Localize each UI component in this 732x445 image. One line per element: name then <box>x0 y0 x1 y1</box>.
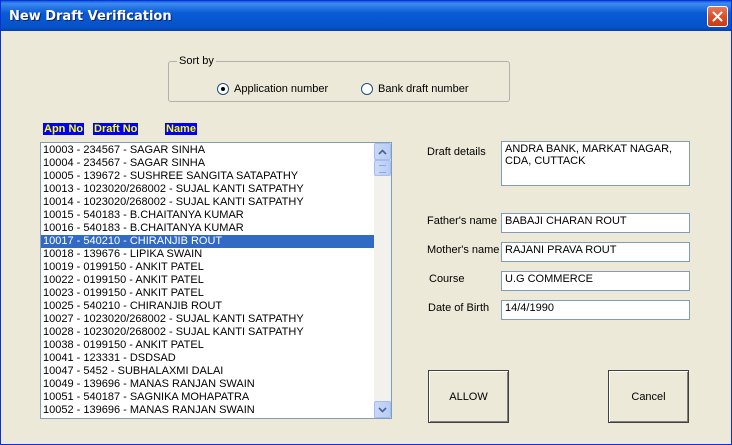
vertical-scrollbar[interactable] <box>374 143 391 418</box>
sort-by-group: Sort by Application number Bank draft nu… <box>168 55 510 102</box>
scroll-up-button[interactable] <box>374 143 391 160</box>
radio-dot[interactable] <box>361 83 373 95</box>
list-item[interactable]: 10023 - 0199150 - ANKIT PATEL <box>41 287 374 300</box>
arrow-down-icon <box>378 406 387 413</box>
list-item[interactable]: 10004 - 234567 - SAGAR SINHA <box>41 157 374 170</box>
sort-by-legend: Sort by <box>179 55 214 67</box>
close-icon <box>712 11 723 22</box>
list-item[interactable]: 10016 - 540183 - B.CHAITANYA KUMAR <box>41 222 374 235</box>
list-item[interactable]: 10027 - 1023020/268002 - SUJAL KANTI SAT… <box>41 313 374 326</box>
mothers-name-label: Mother's name <box>427 244 500 256</box>
date-of-birth-label: Date of Birth <box>428 302 490 314</box>
dialog-window: New Draft Verification Sort by Applicati… <box>0 0 732 445</box>
list-item[interactable]: 10049 - 139696 - MANAS RANJAN SWAIN <box>41 378 374 391</box>
dialog-body: Sort by Application number Bank draft nu… <box>4 31 728 443</box>
list-item[interactable]: 10018 - 139676 - LIPIKA SWAIN <box>41 248 374 261</box>
header-apn-no: Apn No <box>43 123 85 135</box>
radio-label-application-number: Application number <box>234 83 329 95</box>
list-item[interactable]: 10025 - 540210 - CHIRANJIB ROUT <box>41 300 374 313</box>
list-item[interactable]: 10038 - 0199150 - ANKIT PATEL <box>41 339 374 352</box>
date-of-birth-field[interactable]: 14/4/1990 <box>501 300 690 320</box>
scroll-thumb[interactable] <box>374 160 391 176</box>
course-field[interactable]: U.G COMMERCE <box>501 271 690 291</box>
list-item[interactable]: 10052 - 139696 - MANAS RANJAN SWAIN <box>41 404 374 417</box>
allow-button[interactable]: ALLOW <box>428 370 509 423</box>
window-title: New Draft Verification <box>9 9 172 24</box>
radio-bank-draft-number[interactable]: Bank draft number <box>361 83 469 95</box>
list-item[interactable]: 10051 - 540187 - SAGNIKA MOHAPATRA <box>41 391 374 404</box>
header-draft-no: Draft No <box>93 123 139 135</box>
list-item[interactable]: 10005 - 139672 - SUSHREE SANGITA SATAPAT… <box>41 170 374 183</box>
list-item[interactable]: 10015 - 540183 - B.CHAITANYA KUMAR <box>41 209 374 222</box>
cancel-button[interactable]: Cancel <box>608 370 689 423</box>
list-item[interactable]: 10022 - 0199150 - ANKIT PATEL <box>41 274 374 287</box>
header-name: Name <box>165 123 197 135</box>
fathers-name-field[interactable]: BABAJI CHARAN ROUT <box>501 213 690 233</box>
list-item[interactable]: 10028 - 1023020/268002 - SUJAL KANTI SAT… <box>41 326 374 339</box>
draft-details-field[interactable]: ANDRA BANK, MARKAT NAGAR, CDA, CUTTACK <box>501 141 690 186</box>
list-item[interactable]: 10041 - 123331 - DSDSAD <box>41 352 374 365</box>
applicant-listbox[interactable]: 10003 - 234567 - SAGAR SINHA 10004 - 2345… <box>40 142 392 419</box>
radio-application-number[interactable]: Application number <box>217 83 328 95</box>
title-bar[interactable]: New Draft Verification <box>1 1 731 31</box>
close-button[interactable] <box>707 6 728 27</box>
fathers-name-label: Father's name <box>427 215 497 227</box>
list-item[interactable]: 10047 - 5452 - SUBHALAXMI DALAI <box>41 365 374 378</box>
list-item[interactable]: 10017 - 540210 - CHIRANJIB ROUT <box>41 235 374 248</box>
radio-dot-selected[interactable] <box>217 83 229 95</box>
course-label: Course <box>429 273 465 285</box>
list-item[interactable]: 10014 - 1023020/268002 - SUJAL KANTI SAT… <box>41 196 374 209</box>
list-items: 10003 - 234567 - SAGAR SINHA 10004 - 2345… <box>41 144 374 417</box>
mothers-name-field[interactable]: RAJANI PRAVA ROUT <box>501 242 690 262</box>
scroll-down-button[interactable] <box>374 401 391 418</box>
list-item[interactable]: 10003 - 234567 - SAGAR SINHA <box>41 144 374 157</box>
list-item[interactable]: 10013 - 1023020/268002 - SUJAL KANTI SAT… <box>41 183 374 196</box>
radio-label-bank-draft-number: Bank draft number <box>378 83 469 95</box>
arrow-up-icon <box>378 148 387 155</box>
draft-details-label: Draft details <box>427 146 486 158</box>
list-item[interactable]: 10019 - 0199150 - ANKIT PATEL <box>41 261 374 274</box>
